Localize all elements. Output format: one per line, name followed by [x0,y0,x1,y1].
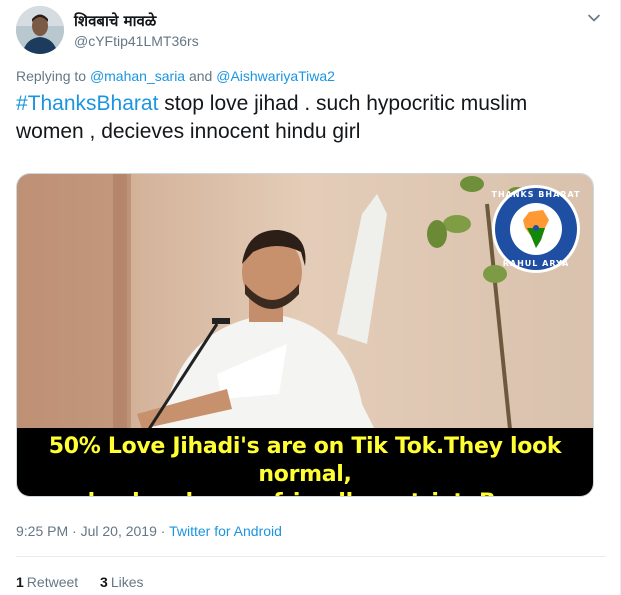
avatar[interactable] [16,6,64,54]
tweet-stats: 1 Retweet 3 Likes [16,574,162,590]
tweet-media[interactable]: THANKS BHARAT RAHUL ARYA 50% Love Jihadi… [16,173,594,497]
divider [16,556,606,557]
reply-user-link[interactable]: @AishwariyaTiwa2 [216,68,335,84]
caption-line: secular, handsome, friendly, patriot. Be… [17,489,593,496]
logo-top-text: THANKS BHARAT [491,190,581,199]
tweet-source-link[interactable]: Twitter for Android [169,523,282,539]
likes-count: 3 [100,574,108,590]
tweet-meta: 9:25 PM · Jul 20, 2019 · Twitter for And… [16,523,282,539]
tweet-date[interactable]: Jul 20, 2019 [81,523,157,539]
meta-separator: · [156,523,170,539]
meta-separator: · [68,523,81,539]
logo-bottom-text: RAHUL ARYA [502,259,570,268]
retweets-label: Retweet [26,574,79,590]
tweet-text: #ThanksBharat stop love jihad . such hyp… [16,90,596,146]
chevron-down-icon[interactable] [586,10,602,26]
avatar-image [16,6,64,54]
retweets-stat[interactable]: 1 Retweet [16,574,78,590]
replying-prefix: Replying to [16,68,87,84]
likes-stat[interactable]: 3 Likes [100,574,143,590]
caption-line: 50% Love Jihadi's are on Tik Tok.They lo… [48,434,562,487]
reply-user-link[interactable]: @mahan_saria [90,68,185,84]
tweet-header: शिवबाचे मावळे @cYFtip41LMT36rs [16,4,606,54]
replying-conjunction: and [188,68,213,84]
retweets-count: 1 [16,574,24,590]
display-name[interactable]: शिवबाचे मावळे [74,11,156,31]
tweet-time[interactable]: 9:25 PM [16,523,68,539]
replying-to: Replying to @mahan_saria and @Aishwariya… [16,68,335,84]
video-caption: 50% Love Jihadi's are on Tik Tok.They lo… [17,428,593,496]
hashtag-link[interactable]: #ThanksBharat [16,92,158,115]
logo-emblem: THANKS BHARAT RAHUL ARYA [491,184,581,274]
user-handle[interactable]: @cYFtip41LMT36rs [74,33,199,49]
likes-label: Likes [110,574,144,590]
